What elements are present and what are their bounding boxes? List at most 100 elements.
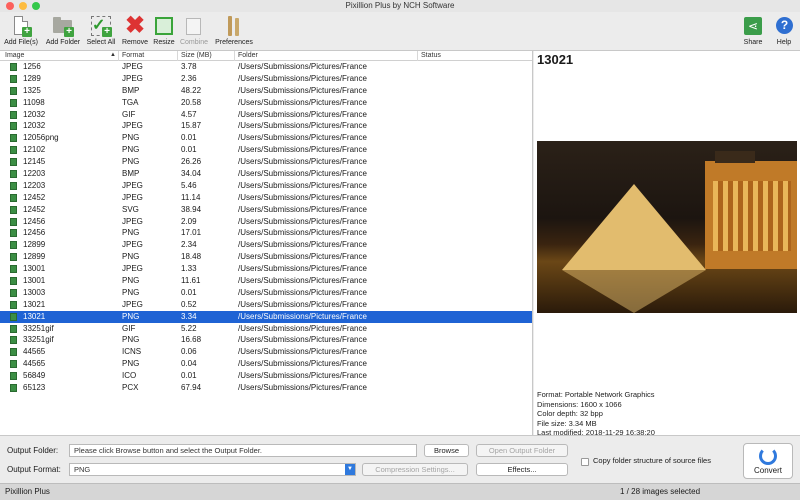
table-row[interactable]: 13021 JPEG 0.52/Users/Submissions/Pictures… bbox=[0, 299, 532, 311]
cell-size: 0.01 bbox=[181, 145, 197, 155]
table-row[interactable]: 33251gif PNG 16.68/Users/Submissions/Pictu… bbox=[0, 334, 532, 346]
column-header-size[interactable]: Size (MB) bbox=[181, 52, 212, 59]
table-row[interactable]: 12032 GIF 4.57/Users/Submissions/Pictures/… bbox=[0, 109, 532, 121]
cell-image-name: 33251gif bbox=[23, 335, 54, 345]
table-row[interactable]: 12452 SVG 38.94/Users/Submissions/Pictures… bbox=[0, 204, 532, 216]
table-row[interactable]: 12203 BMP 34.04/Users/Submissions/Pictures… bbox=[0, 168, 532, 180]
add-files-button[interactable]: + Add File(s) bbox=[3, 15, 39, 46]
column-header-format[interactable]: Format bbox=[122, 52, 144, 59]
cell-image-name: 12456 bbox=[23, 228, 46, 238]
cell-format: PNG bbox=[122, 287, 140, 297]
cell-format: ICNS bbox=[122, 347, 142, 357]
table-row[interactable]: 44565 PNG 0.04/Users/Submissions/Pictures/… bbox=[0, 358, 532, 370]
resize-icon bbox=[153, 15, 175, 37]
table-row[interactable]: 12145 PNG 26.26/Users/Submissions/Pictures… bbox=[0, 156, 532, 168]
cell-folder: /Users/Submissions/Pictures/France bbox=[238, 264, 367, 274]
image-file-icon bbox=[10, 217, 17, 226]
cell-folder: /Users/Submissions/Pictures/France bbox=[238, 359, 367, 369]
cell-image-name: 1256 bbox=[23, 62, 41, 71]
image-file-icon bbox=[10, 158, 17, 167]
table-row[interactable]: 13003 PNG 0.01/Users/Submissions/Pictures/… bbox=[0, 287, 532, 299]
table-row[interactable]: 12899 PNG 18.48/Users/Submissions/Pictures… bbox=[0, 251, 532, 263]
effects-button[interactable]: Effects... bbox=[476, 463, 568, 476]
table-row[interactable]: 56849 ICO 0.01/Users/Submissions/Pictures/… bbox=[0, 370, 532, 382]
add-folder-button[interactable]: + Add Folder bbox=[43, 15, 83, 46]
table-row[interactable]: 12456 JPEG 2.09/Users/Submissions/Pictures… bbox=[0, 216, 532, 228]
column-header-folder[interactable]: Folder bbox=[238, 52, 258, 59]
image-file-icon bbox=[10, 241, 17, 250]
cell-size: 11.61 bbox=[181, 276, 201, 286]
cell-image-name: 12056png bbox=[23, 133, 59, 143]
combine-button[interactable]: Combine bbox=[179, 15, 209, 46]
column-header-status[interactable]: Status bbox=[421, 52, 441, 59]
image-file-icon bbox=[10, 86, 17, 95]
cell-size: 34.04 bbox=[181, 169, 202, 179]
table-row[interactable]: 44565 ICNS 0.06/Users/Submissions/Pictures… bbox=[0, 346, 532, 358]
cell-size: 0.06 bbox=[181, 347, 197, 357]
table-row[interactable]: 33251gif GIF 5.22/Users/Submissions/Pictur… bbox=[0, 323, 532, 335]
table-row[interactable]: 1325 BMP 48.22/Users/Submissions/Pictures/… bbox=[0, 85, 532, 97]
window-controls bbox=[6, 2, 40, 10]
table-row[interactable]: 12203 JPEG 5.46/Users/Submissions/Pictures… bbox=[0, 180, 532, 192]
cell-size: 5.22 bbox=[181, 323, 197, 333]
resize-button[interactable]: Resize bbox=[152, 15, 176, 46]
image-file-icon bbox=[10, 277, 17, 286]
image-file-icon bbox=[10, 312, 17, 321]
cell-folder: /Users/Submissions/Pictures/France bbox=[238, 347, 367, 357]
table-row[interactable]: 12899 JPEG 2.34/Users/Submissions/Pictures… bbox=[0, 239, 532, 251]
add-folder-label: Add Folder bbox=[45, 39, 81, 46]
table-row[interactable]: 11098 TGA 20.58/Users/Submissions/Pictures… bbox=[0, 97, 532, 109]
table-row[interactable]: 12452 JPEG 11.14/Users/Submissions/Picture… bbox=[0, 192, 532, 204]
cell-image-name: 12452 bbox=[23, 204, 46, 214]
table-row[interactable]: 12456 PNG 17.01/Users/Submissions/Pictures… bbox=[0, 227, 532, 239]
close-window-button[interactable] bbox=[6, 2, 14, 10]
output-folder-field[interactable]: Please click Browse button and select th… bbox=[69, 444, 417, 457]
table-row[interactable]: 65123 PCX 67.94/Users/Submissions/Pictures… bbox=[0, 382, 532, 394]
select-all-button[interactable]: ✓ + Select All bbox=[85, 15, 117, 46]
column-header-image[interactable]: Image bbox=[5, 52, 24, 59]
info-format: Format: Portable Network Graphics bbox=[537, 390, 655, 399]
cell-size: 20.58 bbox=[181, 97, 202, 107]
cell-image-name: 12032 bbox=[23, 121, 46, 131]
compression-settings-button[interactable]: Compression Settings... bbox=[362, 463, 468, 476]
help-button[interactable]: ? Help bbox=[773, 15, 795, 46]
table-row[interactable]: 1256 JPEG 3.78/Users/Submissions/Pictures/… bbox=[0, 61, 532, 73]
open-output-folder-button[interactable]: Open Output Folder bbox=[476, 444, 568, 457]
cell-folder: /Users/Submissions/Pictures/France bbox=[238, 85, 367, 95]
table-row[interactable]: 1289 JPEG 2.36/Users/Submissions/Pictures/… bbox=[0, 73, 532, 85]
cell-format: JPEG bbox=[122, 73, 143, 83]
table-row[interactable]: 13001 JPEG 1.33/Users/Submissions/Pictures… bbox=[0, 263, 532, 275]
convert-button[interactable]: Convert bbox=[743, 443, 793, 479]
table-body: 1256 JPEG 3.78/Users/Submissions/Pictures/… bbox=[0, 61, 532, 394]
cell-folder: /Users/Submissions/Pictures/France bbox=[238, 240, 367, 250]
cell-size: 16.68 bbox=[181, 335, 202, 345]
cell-size: 11.14 bbox=[181, 192, 201, 202]
cell-size: 67.94 bbox=[181, 383, 202, 393]
help-icon: ? bbox=[773, 15, 795, 37]
image-file-icon bbox=[10, 74, 17, 83]
remove-icon: ✖ bbox=[124, 12, 146, 39]
browse-button[interactable]: Browse bbox=[424, 444, 469, 457]
output-format-value: PNG bbox=[74, 465, 91, 474]
table-row[interactable]: 12056png PNG 0.01/Users/Submissions/Pictur… bbox=[0, 132, 532, 144]
cell-folder: /Users/Submissions/Pictures/France bbox=[238, 311, 367, 321]
copy-structure-checkbox[interactable] bbox=[581, 458, 589, 466]
output-format-select[interactable]: PNG ▼ bbox=[69, 463, 356, 476]
table-row[interactable]: 13021 PNG 3.34/Users/Submissions/Pictures/… bbox=[0, 310, 532, 323]
zoom-window-button[interactable] bbox=[32, 2, 40, 10]
table-row[interactable]: 13001 PNG 11.61/Users/Submissions/Pictures… bbox=[0, 275, 532, 287]
minimize-window-button[interactable] bbox=[19, 2, 27, 10]
preferences-button[interactable]: Preferences bbox=[213, 15, 255, 46]
share-button[interactable]: ⋖ Share bbox=[740, 15, 766, 46]
table-row[interactable]: 12032 JPEG 15.87/Users/Submissions/Picture… bbox=[0, 120, 532, 132]
cell-folder: /Users/Submissions/Pictures/France bbox=[238, 97, 367, 107]
remove-button[interactable]: ✖ Remove bbox=[121, 12, 149, 47]
preferences-label: Preferences bbox=[215, 39, 253, 46]
cell-image-name: 12452 bbox=[23, 192, 46, 202]
table-row[interactable]: 12102 PNG 0.01/Users/Submissions/Pictures/… bbox=[0, 144, 532, 156]
image-file-icon bbox=[10, 134, 17, 143]
preview-pane: 13021 Format: Portable Network Graphics … bbox=[534, 51, 800, 437]
info-file-size: File size: 3.34 MB bbox=[537, 418, 597, 428]
output-format-label: Output Format: bbox=[7, 465, 61, 474]
cell-image-name: 13021 bbox=[23, 311, 46, 321]
